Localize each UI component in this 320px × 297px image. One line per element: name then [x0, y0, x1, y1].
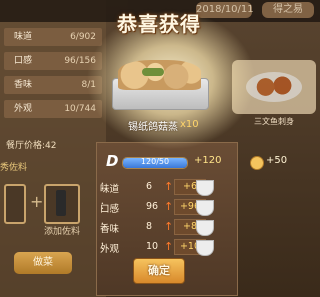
exp-bar: 120/50: [122, 157, 188, 169]
add-seasoning-label: 添加佐料: [44, 227, 81, 237]
confirm-button[interactable]: 确定: [133, 258, 185, 284]
bowl-icon: [196, 200, 214, 216]
coin-shape: [250, 156, 264, 170]
attr-value: 10: [146, 241, 159, 252]
attr-value: 8: [146, 221, 153, 232]
modal-title: 恭喜获得: [117, 12, 201, 36]
bowl-icon: [196, 220, 214, 236]
arrow-up-icon: ↑: [164, 200, 174, 213]
arrow-up-icon: ↑: [164, 240, 174, 253]
reward-dish-count: x10: [180, 119, 199, 130]
add-seasoning-slot[interactable]: [44, 184, 80, 224]
seasoning-slot[interactable]: [4, 184, 26, 224]
stat-label: 香味: [14, 80, 33, 90]
bottle-icon: [56, 190, 66, 216]
chef-cat-icon: [248, 152, 264, 170]
stat-label: 味道: [14, 32, 33, 42]
arrow-up-icon: ↑: [164, 180, 174, 193]
exp-bar-text: 120/50: [140, 157, 170, 166]
top-tab[interactable]: 得之易: [262, 2, 314, 18]
bowl-icon: [196, 180, 214, 196]
exp-gain: +120: [194, 155, 222, 166]
attr-name: 外观: [100, 244, 120, 255]
stat-label: 口感: [14, 56, 33, 66]
stat-label: 外观: [14, 104, 33, 114]
reward-dish-name: 锡纸鸽菇蒸: [128, 122, 178, 133]
exp-row: D 120/50 +120 +50: [100, 152, 300, 172]
coin-gain: +50: [266, 155, 288, 166]
reward-dish-image: [112, 50, 209, 110]
side-label: 秀佐料: [0, 163, 28, 173]
bowl-icon: [196, 240, 214, 256]
plus-icon: +: [30, 192, 44, 211]
exp-level-icon: D: [106, 152, 119, 170]
attr-value: 6: [146, 181, 153, 192]
arrow-up-icon: ↑: [164, 220, 174, 233]
cook-button[interactable]: 做菜: [14, 252, 72, 274]
attr-name: 香味: [100, 224, 120, 235]
restaurant-price: 餐厅价格:42: [6, 141, 57, 151]
garnish: [142, 68, 164, 76]
attr-name: 味道: [100, 184, 120, 195]
attr-name: 口感: [100, 204, 120, 215]
attr-value: 96: [146, 201, 159, 212]
